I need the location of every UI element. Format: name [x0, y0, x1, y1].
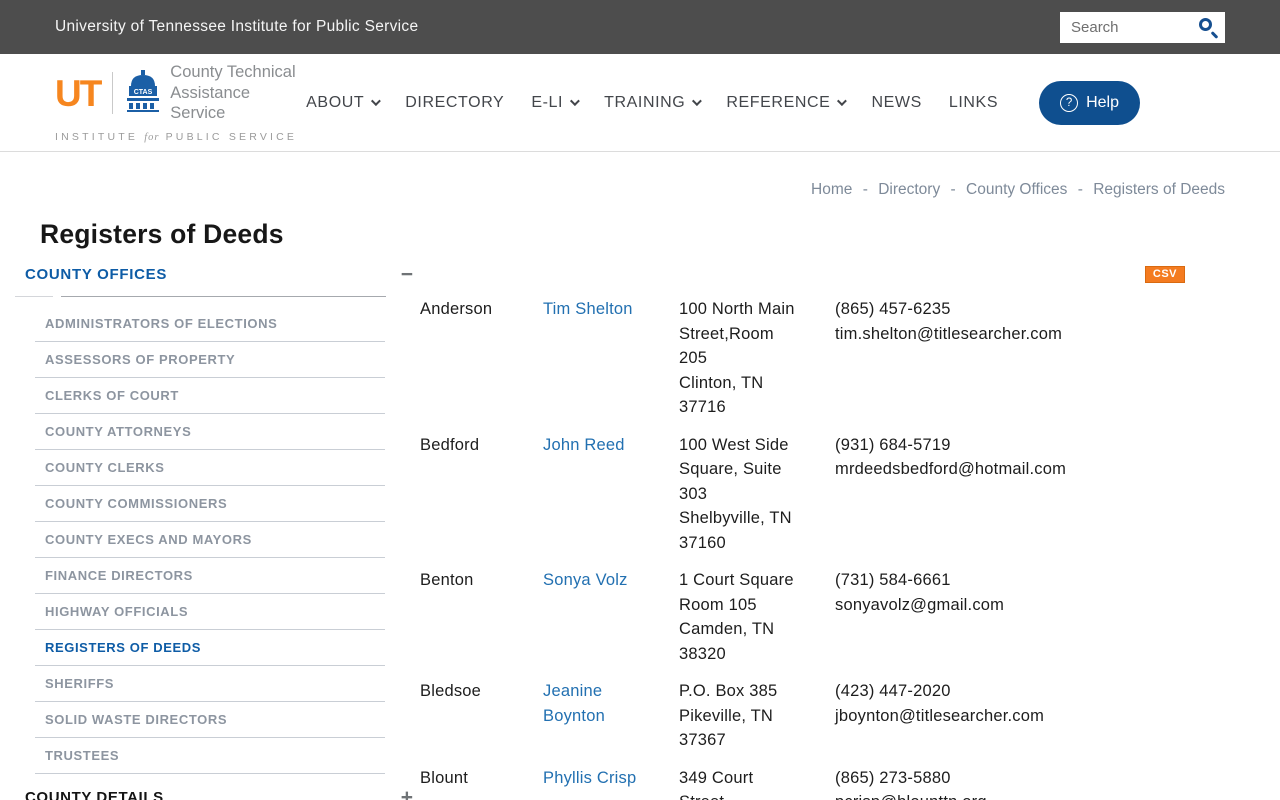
sidebar: COUNTY OFFICES − ADMINISTRATORS OF ELECT… — [0, 264, 413, 800]
county-cell: Anderson — [420, 300, 493, 318]
table-row: Benton Sonya Volz 1 Court Square Room 10… — [420, 568, 1185, 666]
breadcrumb-county-offices[interactable]: County Offices — [966, 181, 1067, 198]
nav-e-li[interactable]: E-LI — [531, 94, 580, 112]
sidebar-item-highway-officials[interactable]: HIGHWAY OFFICIALS — [35, 594, 385, 630]
register-link[interactable]: Sonya Volz — [543, 571, 628, 589]
chevron-down-icon — [371, 96, 382, 107]
name-cell: Tim Shelton — [543, 297, 679, 420]
county-cell: Benton — [420, 571, 474, 589]
search-box — [1060, 11, 1225, 43]
chevron-down-icon — [837, 96, 848, 107]
nav-directory[interactable]: DIRECTORY — [405, 94, 504, 112]
contact-cell: (931) 684-5719 mrdeedsbedford@hotmail.co… — [835, 435, 1067, 479]
main-nav: ABOUT DIRECTORY E-LI TRAINING REFERENCE … — [306, 80, 1140, 125]
register-link[interactable]: John Reed — [543, 436, 625, 454]
question-mark-icon: ? — [1060, 93, 1079, 112]
sidebar-footer-title: COUNTY DETAILS — [25, 789, 164, 800]
register-link[interactable]: Tim Shelton — [543, 300, 633, 318]
sidebar-item-clerks-of-court[interactable]: CLERKS OF COURT — [35, 378, 385, 414]
sidebar-section-title: COUNTY OFFICES — [25, 266, 168, 283]
expand-icon[interactable]: + — [401, 787, 413, 800]
chevron-down-icon — [570, 96, 580, 107]
county-cell: Bledsoe — [420, 682, 482, 700]
table-row: Bledsoe Jeanine Boynton P.O. Box 385 Pik… — [420, 679, 1185, 753]
site-header: UT CTAS County Technical Assistance Serv… — [0, 54, 1280, 152]
top-utility-bar: University of Tennessee Institute for Pu… — [0, 0, 1280, 54]
export-row: CSV — [420, 264, 1185, 283]
name-cell: John Reed — [543, 433, 679, 556]
sidebar-item-sheriffs[interactable]: SHERIFFS — [35, 666, 385, 702]
name-cell: Phyllis Crisp — [543, 766, 679, 800]
sidebar-item-county-attorneys[interactable]: COUNTY ATTORNEYS — [35, 414, 385, 450]
county-cell: Blount — [420, 768, 468, 787]
sidebar-item-administrators-of-elections[interactable]: ADMINISTRATORS OF ELECTIONS — [35, 306, 385, 342]
nav-about[interactable]: ABOUT — [306, 94, 382, 112]
sidebar-section-county-details[interactable]: COUNTY DETAILS + — [25, 787, 413, 800]
county-cell: Bedford — [420, 435, 480, 454]
nav-training[interactable]: TRAINING — [604, 94, 703, 112]
address-cell: P.O. Box 385 Pikeville, TN 37367 — [679, 682, 778, 749]
contact-cell: (423) 447-2020 jboynton@titlesearcher.co… — [835, 682, 1045, 725]
main-area: CSV Anderson Tim Shelton 100 North Main … — [420, 264, 1185, 800]
ctas-capitol-icon: CTAS — [125, 69, 161, 117]
sidebar-item-registers-of-deeds[interactable]: REGISTERS OF DEEDS — [35, 630, 385, 666]
sidebar-item-trustees[interactable]: TRUSTEES — [35, 738, 385, 774]
table-row: Bedford John Reed 100 West Side Square, … — [420, 433, 1185, 556]
help-button[interactable]: ? Help — [1039, 80, 1140, 125]
registers-table: Anderson Tim Shelton 100 North Main Stre… — [420, 297, 1185, 800]
page-title: Registers of Deeds — [40, 219, 284, 249]
logo-tagline: INSTITUTE for PUBLIC SERVICE — [55, 130, 298, 143]
breadcrumb-home[interactable]: Home — [811, 181, 852, 198]
nav-reference[interactable]: REFERENCE — [726, 94, 848, 112]
table-row: Blount Phyllis Crisp 349 Court Street (8… — [420, 766, 1185, 800]
contact-cell: (865) 457-6235 tim.shelton@titlesearcher… — [835, 300, 1063, 343]
sidebar-item-solid-waste-directors[interactable]: SOLID WASTE DIRECTORS — [35, 702, 385, 738]
collapse-icon[interactable]: − — [401, 264, 413, 285]
logo-divider — [112, 72, 114, 114]
site-title: University of Tennessee Institute for Pu… — [55, 18, 419, 35]
address-cell: 100 West Side Square, Suite 303 Shelbyvi… — [679, 435, 792, 552]
chevron-down-icon — [692, 96, 703, 107]
breadcrumb: Home - Directory - County Offices - Regi… — [811, 181, 1225, 198]
sidebar-list: ADMINISTRATORS OF ELECTIONS ASSESSORS OF… — [35, 306, 385, 774]
name-cell: Sonya Volz — [543, 568, 679, 666]
breadcrumb-directory[interactable]: Directory — [878, 181, 940, 198]
org-name-line1: County Technical — [170, 63, 296, 82]
address-cell: 1 Court Square Room 105 Camden, TN 38320 — [679, 571, 794, 663]
content: COUNTY OFFICES − ADMINISTRATORS OF ELECT… — [0, 264, 1280, 800]
sidebar-item-finance-directors[interactable]: FINANCE DIRECTORS — [35, 558, 385, 594]
org-name-line2: Assistance Service — [170, 83, 251, 123]
search-button[interactable] — [1195, 15, 1221, 41]
address-cell: 100 North Main Street,Room 205 Clinton, … — [679, 300, 795, 416]
nav-news[interactable]: NEWS — [871, 94, 921, 112]
sidebar-item-assessors-of-property[interactable]: ASSESSORS OF PROPERTY — [35, 342, 385, 378]
register-link[interactable]: Phyllis Crisp — [543, 769, 636, 787]
contact-cell: (865) 273-5880 pcrisp@blounttn.org — [835, 768, 987, 800]
sidebar-divider — [15, 295, 400, 297]
breadcrumb-registers-of-deeds[interactable]: Registers of Deeds — [1093, 181, 1225, 198]
nav-links[interactable]: LINKS — [949, 94, 998, 112]
name-cell: Jeanine Boynton — [543, 679, 679, 753]
register-link[interactable]: Jeanine Boynton — [543, 682, 605, 725]
sidebar-item-county-commissioners[interactable]: COUNTY COMMISSIONERS — [35, 486, 385, 522]
logo[interactable]: UT CTAS County Technical Assistance Serv… — [55, 62, 306, 143]
contact-cell: (731) 584-6661 sonyavolz@gmail.com — [835, 571, 1005, 614]
address-cell: 349 Court Street — [679, 768, 754, 800]
sidebar-section-county-offices[interactable]: COUNTY OFFICES − — [25, 264, 413, 285]
org-name: County Technical Assistance Service — [170, 62, 306, 124]
svg-text:CTAS: CTAS — [134, 89, 153, 96]
sidebar-item-county-clerks[interactable]: COUNTY CLERKS — [35, 450, 385, 486]
table-row: Anderson Tim Shelton 100 North Main Stre… — [420, 297, 1185, 420]
csv-export-button[interactable]: CSV — [1144, 266, 1185, 283]
sidebar-item-county-execs-and-mayors[interactable]: COUNTY EXECS AND MAYORS — [35, 522, 385, 558]
ut-logo: UT — [55, 72, 102, 114]
search-icon — [1199, 17, 1212, 31]
